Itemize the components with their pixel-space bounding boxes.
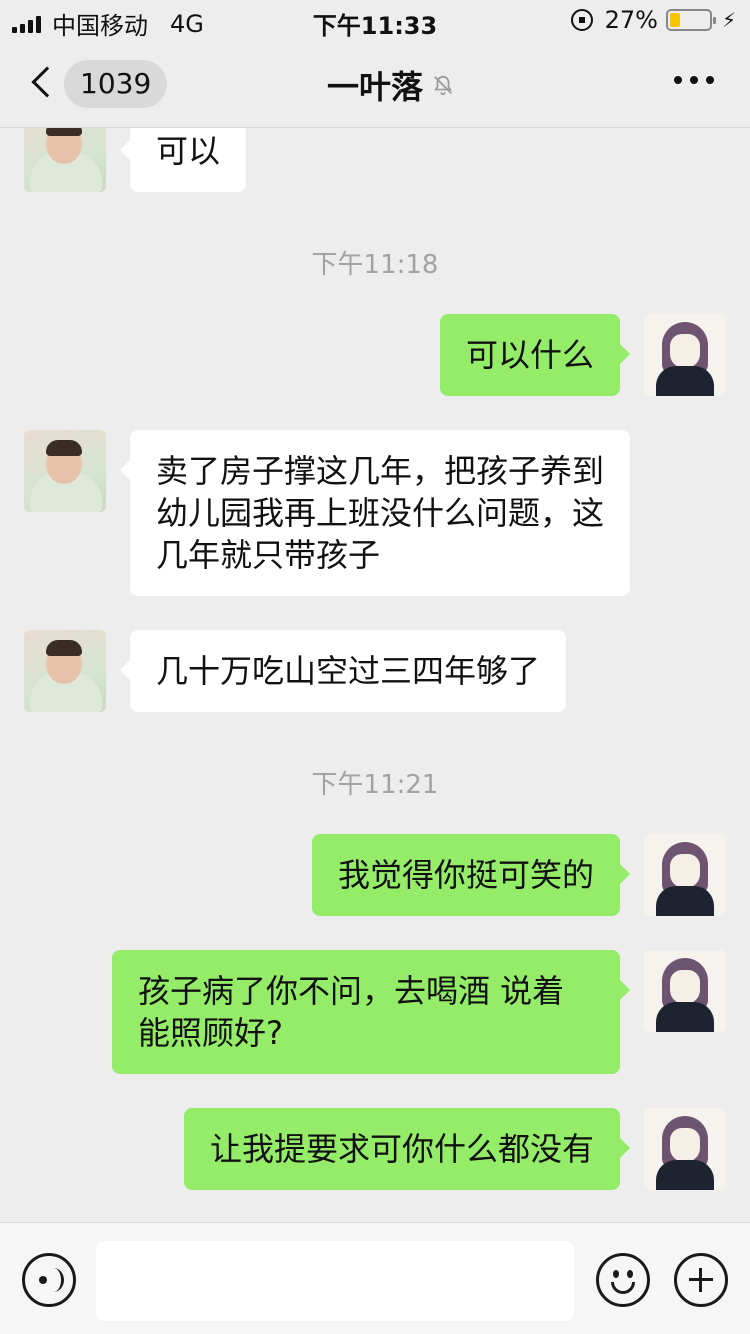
my-avatar[interactable]: [644, 950, 726, 1032]
mute-bell-icon: [434, 75, 452, 95]
rotation-lock-icon: [570, 9, 593, 31]
more-icon[interactable]: [666, 76, 714, 84]
message-bubble-incoming[interactable]: 几十万吃山空过三四年够了: [119, 630, 567, 712]
contact-avatar[interactable]: [24, 630, 106, 712]
message-bubble-incoming[interactable]: 卖了房子撑这几年，把孩子养到幼儿园我再上班没什么问题，这几年就只带孩子: [120, 430, 630, 596]
message-bubble-outgoing[interactable]: 孩子病了你不问，去喝酒 说着能照顾好?: [112, 950, 630, 1074]
battery-fill: [669, 13, 681, 27]
chat-header: 1039 一叶落: [0, 40, 750, 128]
emoji-icon[interactable]: [596, 1253, 650, 1307]
battery-percent: 27%: [604, 6, 658, 34]
chat-title: 一叶落: [326, 68, 423, 106]
contact-avatar[interactable]: [24, 430, 106, 512]
message-timestamp: 下午11:18: [311, 250, 439, 280]
message-bubble-outgoing[interactable]: 让我提要求可你什么都没有: [183, 1108, 631, 1190]
chat-messages[interactable]: 可以 下午11:18 可以什么 卖了房子撑这几年，把孩子养到幼儿园我再上班没什么…: [0, 128, 750, 1222]
my-avatar[interactable]: [644, 314, 726, 396]
plus-icon[interactable]: [674, 1253, 728, 1307]
input-bar: [0, 1222, 750, 1334]
status-right: 27% ⚡: [570, 6, 736, 34]
message-bubble-incoming[interactable]: 可以: [119, 128, 247, 192]
message-timestamp: 下午11:21: [311, 770, 439, 800]
message-input[interactable]: [96, 1241, 574, 1321]
my-avatar[interactable]: [644, 1108, 726, 1190]
status-bar: 中国移动 4G 下午11:33 27% ⚡: [0, 0, 750, 40]
message-bubble-outgoing[interactable]: 我觉得你挺可笑的: [311, 834, 631, 916]
battery-icon: [665, 9, 716, 31]
contact-avatar[interactable]: [24, 128, 106, 192]
message-bubble-outgoing[interactable]: 可以什么: [439, 314, 631, 396]
voice-icon[interactable]: [22, 1253, 76, 1307]
charging-icon: ⚡: [721, 8, 736, 32]
my-avatar[interactable]: [644, 834, 726, 916]
